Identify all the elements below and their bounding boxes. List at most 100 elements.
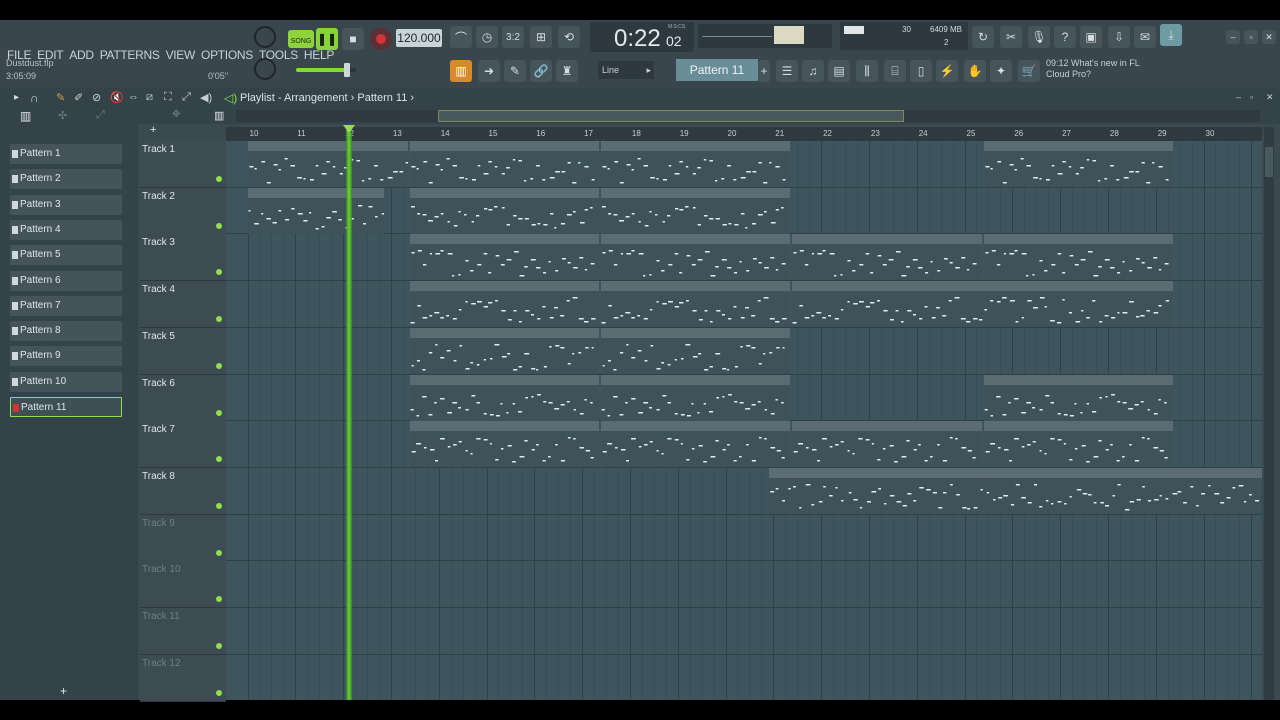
pattern-clip[interactable]: Pattern 9 bbox=[983, 421, 1173, 468]
stamp-button[interactable]: ♜ bbox=[556, 60, 578, 82]
track-mute-led[interactable] bbox=[216, 643, 222, 649]
track-mute-led[interactable] bbox=[216, 409, 222, 416]
zoom-tool-icon[interactable]: ⤢ bbox=[182, 91, 191, 104]
playlist-maximize-button[interactable]: ▫ bbox=[1250, 92, 1253, 102]
pattern-clip[interactable]: Pattern 5 bbox=[410, 281, 600, 328]
track-header[interactable]: Track 9 bbox=[140, 514, 226, 562]
track-header[interactable]: Track 11 bbox=[140, 608, 226, 655]
pattern-list-item[interactable]: Pattern 1 bbox=[10, 144, 122, 164]
microphone-button[interactable]: 🎙 bbox=[1028, 26, 1050, 48]
master-volume-knob[interactable] bbox=[254, 26, 276, 48]
add-pattern-button[interactable]: + bbox=[758, 60, 770, 82]
record-button[interactable] bbox=[370, 28, 392, 50]
menu-help[interactable]: HELP bbox=[301, 48, 337, 66]
loop-record-button[interactable]: ⟲ bbox=[558, 26, 580, 48]
track-header[interactable]: Track 6 bbox=[140, 374, 226, 422]
pattern-clip[interactable]: Pattern 9 bbox=[601, 421, 791, 468]
track-mute-led[interactable] bbox=[216, 689, 222, 696]
breadcrumb-pattern[interactable]: Pattern 11 bbox=[357, 92, 407, 104]
menu-patterns[interactable]: PATTERNS bbox=[97, 48, 163, 66]
track-mute-led[interactable] bbox=[216, 549, 222, 556]
track-header[interactable]: Track 2 bbox=[140, 187, 226, 235]
song-time-display[interactable]: 0:22 02 M:S:CS bbox=[590, 22, 694, 52]
pattern-list-item[interactable]: Pattern 7 bbox=[10, 295, 122, 316]
pattern-list-item[interactable]: Pattern 8 bbox=[10, 321, 122, 342]
step-edit-button[interactable]: ⊞ bbox=[530, 26, 552, 48]
pattern-clip-icon[interactable]: ▥ bbox=[214, 109, 224, 122]
undo-history-button[interactable]: ↻ bbox=[972, 26, 994, 48]
save-button[interactable]: ▣ bbox=[1080, 26, 1102, 48]
track-mute-led[interactable] bbox=[216, 456, 222, 463]
shop-button[interactable]: 🛒 bbox=[1018, 60, 1040, 82]
render-button[interactable]: ⇩ bbox=[1108, 26, 1130, 48]
piano-roll-button[interactable]: ♫ bbox=[802, 60, 824, 82]
pattern-list-item[interactable]: Pattern 2 bbox=[10, 169, 122, 190]
master-volume-handle[interactable] bbox=[344, 63, 350, 77]
countdown-button[interactable]: 3:2 bbox=[502, 26, 524, 48]
pattern-list-item[interactable]: Pattern 6 bbox=[10, 270, 122, 291]
slip-tool-icon[interactable]: ⇔ bbox=[128, 91, 139, 103]
playhead-marker-icon[interactable] bbox=[343, 125, 355, 133]
audio-clip-icon[interactable]: ✣ bbox=[58, 109, 67, 122]
playlist-menu-arrow-icon[interactable]: ▸ bbox=[14, 92, 19, 103]
master-pitch-knob[interactable] bbox=[254, 58, 276, 80]
pattern-clip[interactable]: Pattern 8 bbox=[410, 374, 600, 421]
news-panel[interactable]: 09:12 What's new in FL Cloud Pro? bbox=[1046, 58, 1180, 84]
paint-tool-icon[interactable]: ✐ bbox=[74, 91, 83, 104]
pattern-clip[interactable]: Pattern 3 bbox=[601, 234, 791, 281]
add-pattern-plus-icon[interactable]: + bbox=[60, 684, 67, 698]
chat-button[interactable]: ✉ bbox=[1134, 26, 1156, 48]
track-header[interactable]: Track 1 bbox=[140, 141, 226, 188]
pattern-selector[interactable]: Pattern 11 bbox=[676, 59, 758, 81]
pattern-list-item[interactable]: Pattern 3 bbox=[10, 194, 122, 215]
playlist-button[interactable]: ☰ bbox=[776, 60, 798, 82]
automation-clip-icon[interactable]: ⤢ bbox=[96, 109, 105, 122]
track-mute-led[interactable] bbox=[216, 222, 222, 229]
master-volume-slider[interactable] bbox=[296, 63, 356, 77]
minimize-window-button[interactable]: – bbox=[1226, 30, 1240, 44]
pattern-clip[interactable]: Pattern 7 bbox=[410, 327, 600, 374]
playlist-minimize-button[interactable]: – bbox=[1236, 92, 1241, 102]
track-mute-led[interactable] bbox=[216, 176, 222, 182]
pattern-list-item[interactable]: Pattern 9 bbox=[10, 346, 122, 367]
wait-for-input-button[interactable]: ◷ bbox=[476, 26, 498, 48]
mute-tool-icon[interactable]: 🔇 bbox=[110, 91, 124, 104]
vertical-scrollbar[interactable] bbox=[1264, 127, 1274, 700]
download-button[interactable]: ⤓ bbox=[1160, 24, 1182, 46]
track-header[interactable]: Track 10 bbox=[140, 561, 226, 609]
delete-tool-icon[interactable]: ⊘ bbox=[92, 91, 101, 104]
pattern-clip[interactable]: Pattern 1 bbox=[983, 141, 1173, 187]
pattern-clip[interactable]: Pattern 11 bbox=[768, 467, 1262, 514]
pattern-list-item[interactable]: Pattern 11 bbox=[10, 397, 122, 417]
track-mute-led[interactable] bbox=[216, 316, 222, 323]
breadcrumb-arrangement[interactable]: Arrangement bbox=[284, 92, 348, 104]
snap-dropdown[interactable]: Line ▸ bbox=[598, 61, 654, 79]
arrow-tool-button[interactable]: ➜ bbox=[478, 60, 500, 82]
channel-rack-button[interactable]: ▤ bbox=[828, 60, 850, 82]
pattern-clip[interactable]: Pattern 1 bbox=[247, 141, 409, 187]
timeline-ruler[interactable]: 1011121314151617181920212223242526272829… bbox=[226, 127, 1262, 141]
cut-button[interactable]: ✂ bbox=[1000, 26, 1022, 48]
slice-tool-icon[interactable]: ⧄ bbox=[146, 91, 153, 104]
restore-window-button[interactable]: ▫ bbox=[1244, 30, 1258, 44]
track-header[interactable]: Track 7 bbox=[140, 421, 226, 469]
pattern-clip[interactable]: Pattern 7 bbox=[601, 327, 791, 374]
pencil-tool-button[interactable]: ✎ bbox=[504, 60, 526, 82]
pattern-clip[interactable]: Pattern 9 bbox=[410, 421, 600, 468]
pattern-clip[interactable]: Pattern 1 bbox=[410, 141, 600, 187]
piano-roll-snap-button[interactable]: ▥ bbox=[450, 60, 472, 82]
move-icon[interactable]: ✥ bbox=[172, 109, 180, 120]
menu-add[interactable]: ADD bbox=[66, 48, 96, 66]
pattern-clip[interactable]: Pattern 8 bbox=[601, 374, 791, 421]
playlist-grid[interactable]: Pattern 1 Pattern 1 Pattern 1 Pattern 1 Patt… bbox=[226, 141, 1262, 700]
pause-button[interactable]: ❚❚ bbox=[316, 28, 338, 50]
magnet-icon[interactable]: ∩ bbox=[30, 91, 39, 105]
vertical-scrollbar-thumb[interactable] bbox=[1265, 147, 1273, 177]
pattern-list-item[interactable]: Pattern 5 bbox=[10, 245, 122, 266]
piano-icon[interactable]: ▥ bbox=[20, 109, 31, 123]
pattern-clip[interactable]: Pattern 10 bbox=[601, 187, 791, 234]
track-mute-led[interactable] bbox=[216, 502, 222, 509]
tempo-display[interactable]: 120.000 bbox=[396, 29, 442, 47]
pattern-list-item[interactable]: Pattern 4 bbox=[10, 219, 122, 240]
breadcrumb-playlist[interactable]: Playlist bbox=[240, 92, 275, 104]
